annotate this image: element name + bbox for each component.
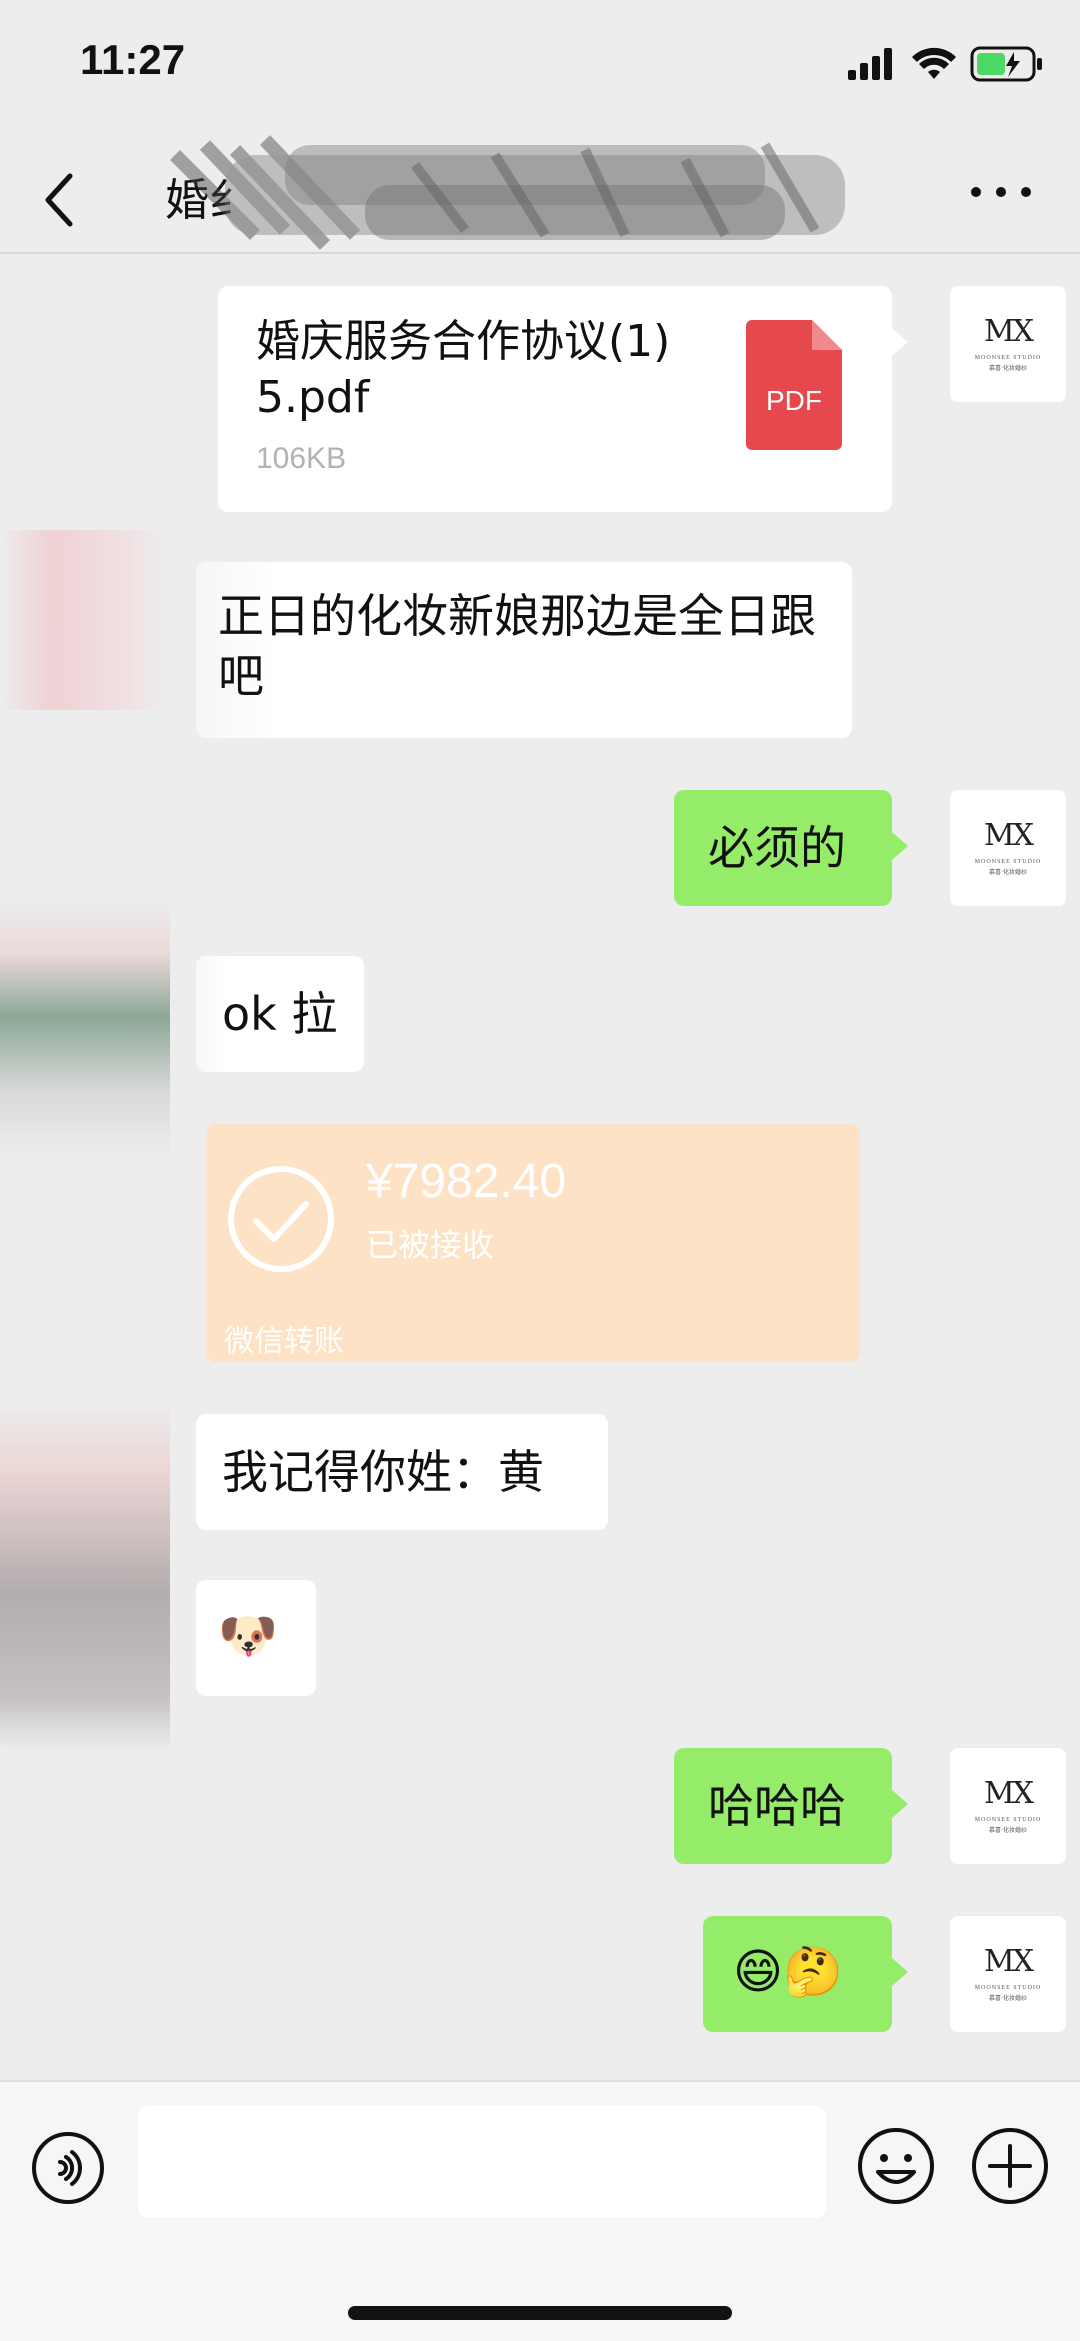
contact-avatar-blurred[interactable] xyxy=(0,900,170,1160)
wifi-icon xyxy=(912,47,956,79)
avatar-sub: MOONSEE STUDIO xyxy=(974,1984,1042,1991)
message-bubble-incoming[interactable]: ok 拉 xyxy=(196,956,364,1072)
status-time: 11:27 xyxy=(80,36,186,83)
input-bar xyxy=(0,2080,1080,2341)
signal-icon xyxy=(848,48,892,80)
avatar-logo: MX xyxy=(983,1943,1034,1979)
header-divider xyxy=(0,252,1080,254)
my-avatar[interactable]: MX MOONSEE STUDIO 慕喜·化妆婚纱 xyxy=(950,790,1066,906)
avatar-sub: MOONSEE STUDIO xyxy=(974,858,1042,865)
transfer-status: 已被接收 xyxy=(366,1226,495,1264)
message-bubble-outgoing[interactable]: 哈哈哈 xyxy=(674,1748,908,1864)
message-input[interactable] xyxy=(138,2106,826,2218)
message-bubble-incoming[interactable]: 正日的化妆新娘那边是全日跟吧 xyxy=(196,562,852,738)
transfer-label: 微信转账 xyxy=(224,1324,344,1359)
chat-header: 婚纟 xyxy=(0,120,1080,252)
transfer-card[interactable]: ¥7982.40 已被接收 微信转账 xyxy=(206,1124,860,1362)
file-message[interactable]: 婚庆服务合作协议(1) 5.pdf 106KB PDF xyxy=(218,286,908,512)
message-text: 正日的化妆新娘那边是全日跟吧 xyxy=(218,589,816,703)
plus-icon[interactable] xyxy=(970,2126,1050,2206)
contact-avatar-blurred[interactable] xyxy=(0,530,170,710)
avatar-logo: MX xyxy=(983,817,1034,853)
message-text: 必须的 xyxy=(708,821,846,875)
emoji-icon[interactable] xyxy=(856,2126,936,2206)
my-avatar[interactable]: MX MOONSEE STUDIO 慕喜·化妆婚纱 xyxy=(950,286,1066,402)
message-bubble-incoming[interactable]: 🐶 xyxy=(196,1580,316,1696)
emoji-text: 😄🤔 xyxy=(733,1944,843,2000)
message-text: 我记得你姓：黄 xyxy=(222,1445,544,1499)
voice-icon[interactable] xyxy=(30,2130,106,2206)
avatar-sub: MOONSEE STUDIO xyxy=(974,1816,1042,1823)
emoji-text: 🐶 xyxy=(218,1608,278,1664)
avatar-sub: MOONSEE STUDIO xyxy=(974,354,1042,361)
avatar-sub2: 慕喜·化妆婚纱 xyxy=(989,868,1027,876)
check-circle-icon xyxy=(228,1166,334,1272)
message-text: 哈哈哈 xyxy=(708,1779,846,1833)
message-text: ok 拉 xyxy=(222,987,338,1041)
contact-avatar-blurred[interactable] xyxy=(0,1400,170,1750)
my-avatar[interactable]: MX MOONSEE STUDIO 慕喜·化妆婚纱 xyxy=(950,1916,1066,2032)
avatar-logo: MX xyxy=(983,313,1034,349)
pdf-label: PDF xyxy=(766,385,822,416)
transfer-amount: ¥7982.40 xyxy=(366,1155,567,1208)
file-name: 婚庆服务合作协议(1) 5.pdf xyxy=(256,316,671,423)
file-size: 106KB xyxy=(256,442,347,475)
message-bubble-incoming[interactable]: 我记得你姓：黄 xyxy=(196,1414,608,1530)
battery-icon xyxy=(970,46,1042,82)
more-icon[interactable] xyxy=(966,182,1036,202)
avatar-sub2: 慕喜·化妆婚纱 xyxy=(989,1826,1027,1834)
message-bubble-outgoing[interactable]: 必须的 xyxy=(674,790,908,906)
my-avatar[interactable]: MX MOONSEE STUDIO 慕喜·化妆婚纱 xyxy=(950,1748,1066,1864)
pdf-file-icon: PDF xyxy=(746,320,842,450)
avatar-logo: MX xyxy=(983,1775,1034,1811)
status-icons xyxy=(848,44,1044,84)
redaction-scribble xyxy=(170,135,845,250)
avatar-sub2: 慕喜·化妆婚纱 xyxy=(989,364,1027,372)
message-bubble-outgoing[interactable]: 😄🤔 xyxy=(703,1916,908,2032)
back-chevron-icon[interactable] xyxy=(40,170,80,230)
avatar-sub2: 慕喜·化妆婚纱 xyxy=(989,1994,1027,2002)
home-indicator xyxy=(348,2306,732,2320)
